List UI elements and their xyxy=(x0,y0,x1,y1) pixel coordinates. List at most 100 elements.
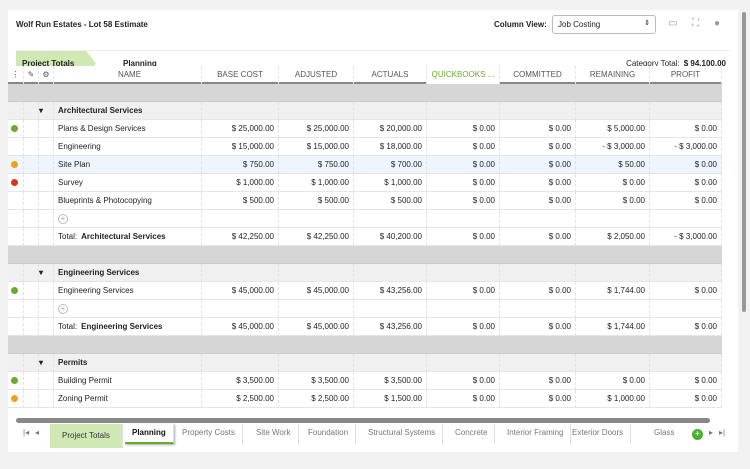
item-value[interactable]: $ 0.00 xyxy=(427,120,500,138)
table-row[interactable]: Zoning Permit $ 2,500.00 $ 2,500.00 $ 1,500… xyxy=(8,390,722,408)
item-value[interactable]: $ 500.00 xyxy=(354,192,427,210)
item-value[interactable]: $ 1,000.00 xyxy=(279,174,354,192)
item-value[interactable]: $ 1,000.00 xyxy=(354,174,427,192)
item-value[interactable]: $ 0.00 xyxy=(650,390,722,408)
item-name[interactable]: Zoning Permit xyxy=(54,390,202,408)
column-header[interactable]: BASE COST xyxy=(202,66,279,84)
item-name[interactable]: Engineering xyxy=(54,138,202,156)
prev-page-icon[interactable]: ◂ xyxy=(28,424,46,444)
group-header[interactable]: ▾ Permits xyxy=(8,354,722,372)
item-name[interactable]: Survey xyxy=(54,174,202,192)
item-value[interactable]: $ 3,500.00 xyxy=(202,372,279,390)
vertical-scrollbar[interactable] xyxy=(742,12,746,312)
item-value[interactable]: $ 0.00 xyxy=(576,174,650,192)
settings-icon[interactable]: ⚙ xyxy=(39,66,54,84)
item-value[interactable]: $ 1,000.00 xyxy=(202,174,279,192)
tab-structural-systems[interactable]: Structural Systems xyxy=(361,424,444,444)
item-value[interactable]: $ 45,000.00 xyxy=(202,282,279,300)
item-value[interactable]: $ 25,000.00 xyxy=(279,120,354,138)
item-value[interactable]: $ 0.00 xyxy=(650,372,722,390)
last-page-icon[interactable]: ▸| xyxy=(712,424,732,444)
item-value[interactable]: $ 3,500.00 xyxy=(279,372,354,390)
item-value[interactable]: $ 43,256.00 xyxy=(354,282,427,300)
item-value[interactable]: $ 5,000.00 xyxy=(576,120,650,138)
item-value[interactable]: $ 2,500.00 xyxy=(279,390,354,408)
item-value[interactable]: - $ 3,000.00 xyxy=(576,138,650,156)
table-row[interactable]: Survey $ 1,000.00 $ 1,000.00 $ 1,000.00 $ 0.… xyxy=(8,174,722,192)
more-icon[interactable]: ● xyxy=(714,18,720,29)
item-value[interactable]: $ 0.00 xyxy=(500,120,576,138)
column-view-select[interactable]: Job Costing ⇕ xyxy=(552,15,656,34)
item-value[interactable]: $ 0.00 xyxy=(500,282,576,300)
edit-icon[interactable]: ✎ xyxy=(24,66,39,84)
item-value[interactable]: $ 0.00 xyxy=(427,138,500,156)
column-header[interactable]: COMMITTED xyxy=(500,66,576,84)
group-header[interactable]: ▾ Engineering Services xyxy=(8,264,722,282)
item-value[interactable]: $ 2,500.00 xyxy=(202,390,279,408)
item-value[interactable]: $ 0.00 xyxy=(427,174,500,192)
add-item-icon[interactable]: + xyxy=(58,214,68,224)
tab-concrete[interactable]: Concrete xyxy=(448,424,496,444)
item-value[interactable]: - $ 3,000.00 xyxy=(650,138,722,156)
horizontal-scrollbar[interactable] xyxy=(16,418,710,423)
item-value[interactable]: $ 50.00 xyxy=(576,156,650,174)
table-row[interactable]: Engineering $ 15,000.00 $ 15,000.00 $ 18,00… xyxy=(8,138,722,156)
item-value[interactable]: $ 0.00 xyxy=(650,120,722,138)
item-value[interactable]: $ 0.00 xyxy=(650,192,722,210)
item-name[interactable]: Building Permit xyxy=(54,372,202,390)
item-value[interactable]: $ 500.00 xyxy=(279,192,354,210)
item-value[interactable]: $ 0.00 xyxy=(650,156,722,174)
item-value[interactable]: $ 15,000.00 xyxy=(202,138,279,156)
item-value[interactable]: $ 0.00 xyxy=(500,192,576,210)
item-value[interactable]: $ 750.00 xyxy=(279,156,354,174)
drag-icon[interactable]: ⋮ xyxy=(8,66,24,84)
item-value[interactable]: $ 0.00 xyxy=(500,156,576,174)
item-value[interactable]: $ 0.00 xyxy=(500,372,576,390)
item-value[interactable]: $ 25,000.00 xyxy=(202,120,279,138)
item-name[interactable]: Site Plan xyxy=(54,156,202,174)
tab-site-work[interactable]: Site Work xyxy=(249,424,299,444)
item-value[interactable]: $ 0.00 xyxy=(500,174,576,192)
table-row[interactable]: Engineering Services $ 45,000.00 $ 45,000.… xyxy=(8,282,722,300)
item-value[interactable]: $ 1,000.00 xyxy=(576,390,650,408)
table-row[interactable]: Site Plan $ 750.00 $ 750.00 $ 700.00 $ 0.00 $… xyxy=(8,156,722,174)
item-value[interactable]: $ 0.00 xyxy=(650,174,722,192)
item-value[interactable]: $ 0.00 xyxy=(650,282,722,300)
tab-foundation[interactable]: Foundation xyxy=(301,424,357,444)
item-value[interactable]: $ 1,500.00 xyxy=(354,390,427,408)
item-name[interactable]: Engineering Services xyxy=(54,282,202,300)
item-value[interactable]: $ 3,500.00 xyxy=(354,372,427,390)
item-value[interactable]: $ 0.00 xyxy=(427,390,500,408)
tab-property-costs[interactable]: Property Costs xyxy=(175,424,243,444)
item-value[interactable]: $ 0.00 xyxy=(427,192,500,210)
item-value[interactable]: $ 20,000.00 xyxy=(354,120,427,138)
tab-project-totals[interactable]: Project Totals xyxy=(50,424,123,448)
item-value[interactable]: $ 0.00 xyxy=(427,282,500,300)
item-name[interactable]: Plans & Design Services xyxy=(54,120,202,138)
item-value[interactable]: $ 0.00 xyxy=(576,372,650,390)
group-header[interactable]: ▾ Architectural Services xyxy=(8,102,722,120)
item-value[interactable]: $ 0.00 xyxy=(427,372,500,390)
item-value[interactable]: $ 0.00 xyxy=(427,156,500,174)
column-header[interactable]: ADJUSTED xyxy=(279,66,354,84)
add-item-icon[interactable]: + xyxy=(58,304,68,314)
column-header[interactable]: PROFIT xyxy=(650,66,722,84)
item-value[interactable]: $ 18,000.00 xyxy=(354,138,427,156)
column-header-name[interactable]: NAME xyxy=(54,66,202,84)
table-row[interactable]: Plans & Design Services $ 25,000.00 $ 25,0… xyxy=(8,120,722,138)
item-value[interactable]: $ 0.00 xyxy=(500,390,576,408)
item-value[interactable]: $ 700.00 xyxy=(354,156,427,174)
column-header[interactable]: REMAINING xyxy=(576,66,650,84)
table-row[interactable]: Blueprints & Photocopying $ 500.00 $ 500.0… xyxy=(8,192,722,210)
tab-interior-framing[interactable]: Interior Framing xyxy=(500,424,572,444)
item-value[interactable]: $ 0.00 xyxy=(576,192,650,210)
tab-planning[interactable]: Planning xyxy=(125,424,174,444)
column-header[interactable]: ACTUALS xyxy=(354,66,427,84)
item-value[interactable]: $ 0.00 xyxy=(500,138,576,156)
table-row[interactable]: Building Permit $ 3,500.00 $ 3,500.00 $ 3,5… xyxy=(8,372,722,390)
item-value[interactable]: $ 45,000.00 xyxy=(279,282,354,300)
item-name[interactable]: Blueprints & Photocopying xyxy=(54,192,202,210)
column-header[interactable]: QUICKBOOKS ... xyxy=(427,66,500,84)
item-value[interactable]: $ 1,744.00 xyxy=(576,282,650,300)
item-value[interactable]: $ 750.00 xyxy=(202,156,279,174)
